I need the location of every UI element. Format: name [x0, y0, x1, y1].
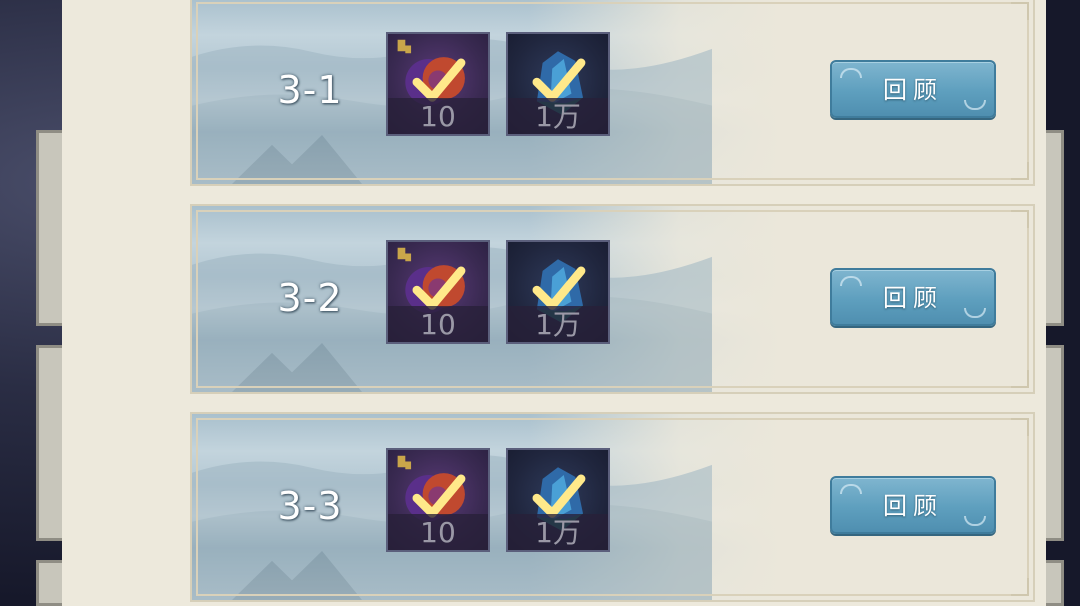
- stage-number: 3-1: [277, 68, 343, 112]
- reward-slot-fragment[interactable]: 10: [386, 240, 490, 344]
- frame-corner: [1011, 210, 1029, 228]
- frame-corner: [1011, 370, 1029, 388]
- reward-slot-fragment[interactable]: 10: [386, 448, 490, 552]
- review-button[interactable]: 回顾: [830, 60, 996, 118]
- stage-number: 3-3: [277, 484, 343, 528]
- frame-corner: [1011, 418, 1029, 436]
- frame-corner: [1011, 578, 1029, 596]
- review-button[interactable]: 回顾: [830, 476, 996, 534]
- review-button-label: 回顾: [883, 492, 943, 520]
- stage-list-panel[interactable]: 3-1 10 1万 回顾 3-2 10 1万 回顾 3-3 10 1万 回顾: [62, 0, 1046, 606]
- review-button-label: 回顾: [883, 76, 943, 104]
- reward-quantity: 1万: [535, 516, 581, 549]
- reward-quantity: 10: [420, 100, 456, 133]
- review-button-label: 回顾: [883, 284, 943, 312]
- stage-row: 3-1 10 1万 回顾: [190, 0, 1035, 186]
- reward-quantity: 1万: [535, 100, 581, 133]
- reward-quantity: 10: [420, 516, 456, 549]
- reward-slot-crystal[interactable]: 1万: [506, 240, 610, 344]
- frame-corner: [1011, 2, 1029, 20]
- stage-number: 3-2: [277, 276, 343, 320]
- reward-quantity: 10: [420, 308, 456, 341]
- stage-row: 3-3 10 1万 回顾: [190, 412, 1035, 602]
- reward-slot-crystal[interactable]: 1万: [506, 32, 610, 136]
- reward-quantity: 1万: [535, 308, 581, 341]
- reward-slot-crystal[interactable]: 1万: [506, 448, 610, 552]
- stage-row: 3-2 10 1万 回顾: [190, 204, 1035, 394]
- frame-corner: [1011, 162, 1029, 180]
- reward-slot-fragment[interactable]: 10: [386, 32, 490, 136]
- review-button[interactable]: 回顾: [830, 268, 996, 326]
